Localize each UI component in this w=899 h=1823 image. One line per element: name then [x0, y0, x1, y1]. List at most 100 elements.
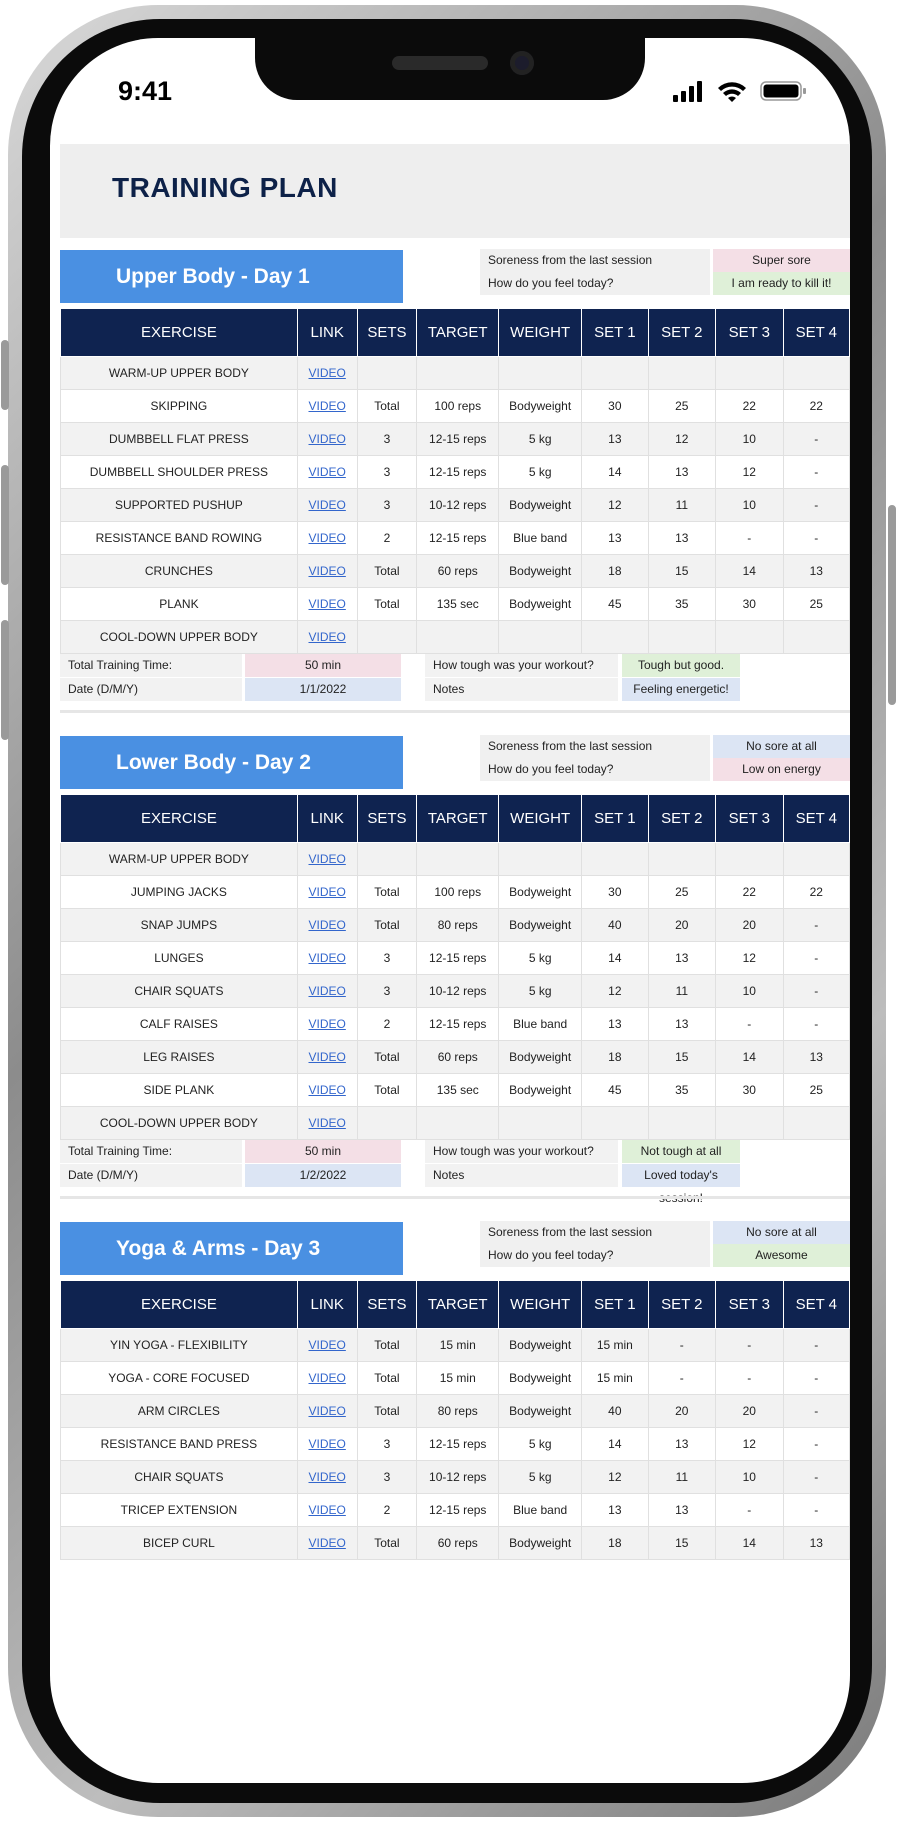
table-cell[interactable] — [715, 842, 784, 876]
table-cell[interactable]: CRUNCHES — [60, 554, 298, 588]
table-cell[interactable]: 11 — [647, 488, 717, 522]
table-cell[interactable]: DUMBBELL FLAT PRESS — [60, 422, 298, 456]
table-cell[interactable]: 12 — [715, 1427, 784, 1461]
video-link[interactable]: VIDEO — [309, 465, 346, 479]
table-cell[interactable]: - — [782, 941, 850, 975]
table-cell[interactable] — [647, 620, 717, 654]
table-cell[interactable]: Bodyweight — [498, 908, 583, 942]
video-link[interactable]: VIDEO — [309, 1470, 346, 1484]
training-time-value[interactable]: 50 min — [245, 654, 401, 677]
table-cell[interactable]: 45 — [581, 1073, 649, 1107]
table-cell[interactable]: 5 kg — [498, 1427, 583, 1461]
table-cell[interactable]: LEG RAISES — [60, 1040, 298, 1074]
table-cell[interactable]: SKIPPING — [60, 389, 298, 423]
table-cell[interactable]: 2 — [356, 521, 418, 555]
table-cell[interactable] — [647, 1106, 717, 1140]
table-cell[interactable]: LUNGES — [60, 941, 298, 975]
table-cell[interactable]: 20 — [647, 1394, 717, 1428]
table-cell[interactable]: 3 — [356, 1460, 418, 1494]
table-cell[interactable]: 13 — [581, 521, 649, 555]
table-cell[interactable] — [498, 1106, 583, 1140]
table-cell[interactable]: CHAIR SQUATS — [60, 1460, 298, 1494]
table-cell[interactable]: Total — [356, 1394, 418, 1428]
video-link[interactable]: VIDEO — [309, 885, 346, 899]
table-cell[interactable]: 13 — [647, 455, 717, 489]
table-cell[interactable]: 5 kg — [498, 941, 583, 975]
video-link[interactable]: VIDEO — [309, 951, 346, 965]
table-cell[interactable]: RESISTANCE BAND ROWING — [60, 521, 298, 555]
table-cell[interactable]: 60 reps — [416, 554, 500, 588]
table-cell[interactable]: Total — [356, 1040, 418, 1074]
table-cell[interactable]: Bodyweight — [498, 1073, 583, 1107]
table-cell[interactable]: 12 — [647, 422, 717, 456]
table-cell[interactable]: Total — [356, 1328, 418, 1362]
table-cell[interactable]: 20 — [715, 908, 784, 942]
table-cell[interactable]: 10 — [715, 1460, 784, 1494]
table-cell[interactable]: SNAP JUMPS — [60, 908, 298, 942]
table-cell[interactable] — [498, 620, 583, 654]
table-cell[interactable] — [782, 842, 850, 876]
table-cell[interactable]: WARM-UP UPPER BODY — [60, 842, 298, 876]
table-cell[interactable]: 14 — [581, 941, 649, 975]
video-link[interactable]: VIDEO — [309, 432, 346, 446]
table-cell[interactable]: 10-12 reps — [416, 1460, 500, 1494]
table-cell[interactable]: 13 — [581, 1007, 649, 1041]
table-cell[interactable]: 3 — [356, 422, 418, 456]
table-cell[interactable]: 35 — [647, 1073, 717, 1107]
tough-value[interactable]: Tough but good. — [622, 654, 740, 677]
table-cell[interactable]: 15 min — [416, 1328, 500, 1362]
table-cell[interactable] — [782, 620, 850, 654]
table-cell[interactable]: 18 — [581, 1526, 649, 1560]
table-cell[interactable]: 20 — [715, 1394, 784, 1428]
table-cell[interactable]: - — [782, 1460, 850, 1494]
table-cell[interactable]: - — [647, 1328, 717, 1362]
table-cell[interactable] — [416, 356, 500, 390]
video-link[interactable]: VIDEO — [309, 1017, 346, 1031]
table-cell[interactable]: - — [782, 521, 850, 555]
table-cell[interactable] — [416, 842, 500, 876]
table-cell[interactable]: 20 — [647, 908, 717, 942]
table-cell[interactable]: 22 — [715, 389, 784, 423]
video-link[interactable]: VIDEO — [309, 1116, 346, 1130]
video-link[interactable]: VIDEO — [309, 498, 346, 512]
table-cell[interactable]: 30 — [581, 875, 649, 909]
table-cell[interactable]: 3 — [356, 1427, 418, 1461]
table-cell[interactable]: 13 — [647, 941, 717, 975]
table-cell[interactable]: 22 — [782, 389, 850, 423]
table-cell[interactable] — [356, 842, 418, 876]
table-cell[interactable]: Total — [356, 554, 418, 588]
table-cell[interactable]: TRICEP EXTENSION — [60, 1493, 298, 1527]
table-cell[interactable]: Total — [356, 908, 418, 942]
table-cell[interactable] — [782, 356, 850, 390]
date-value[interactable]: 1/2/2022 — [245, 1164, 401, 1187]
table-cell[interactable]: - — [782, 422, 850, 456]
table-cell[interactable]: Bodyweight — [498, 1361, 583, 1395]
table-cell[interactable]: COOL-DOWN UPPER BODY — [60, 1106, 298, 1140]
table-cell[interactable]: 18 — [581, 1040, 649, 1074]
table-cell[interactable]: 100 reps — [416, 875, 500, 909]
table-cell[interactable] — [416, 1106, 500, 1140]
video-link[interactable]: VIDEO — [309, 1437, 346, 1451]
table-cell[interactable]: - — [782, 1007, 850, 1041]
table-cell[interactable]: Total — [356, 1361, 418, 1395]
table-cell[interactable]: 11 — [647, 1460, 717, 1494]
table-cell[interactable]: 25 — [782, 587, 850, 621]
table-cell[interactable]: 5 kg — [498, 422, 583, 456]
table-cell[interactable]: - — [715, 1493, 784, 1527]
table-cell[interactable]: Blue band — [498, 1493, 583, 1527]
video-link[interactable]: VIDEO — [309, 1338, 346, 1352]
table-cell[interactable]: 14 — [715, 1040, 784, 1074]
table-cell[interactable] — [498, 842, 583, 876]
soreness-value[interactable]: No sore at all — [713, 735, 850, 758]
tough-value[interactable]: Not tough at all — [622, 1140, 740, 1163]
table-cell[interactable]: 12-15 reps — [416, 1427, 500, 1461]
table-cell[interactable] — [416, 620, 500, 654]
table-cell[interactable]: - — [782, 1493, 850, 1527]
table-cell[interactable]: - — [782, 908, 850, 942]
table-cell[interactable]: BICEP CURL — [60, 1526, 298, 1560]
table-cell[interactable]: 12 — [715, 455, 784, 489]
video-link[interactable]: VIDEO — [309, 366, 346, 380]
table-cell[interactable]: 12-15 reps — [416, 455, 500, 489]
table-cell[interactable]: 3 — [356, 974, 418, 1008]
video-link[interactable]: VIDEO — [309, 630, 346, 644]
